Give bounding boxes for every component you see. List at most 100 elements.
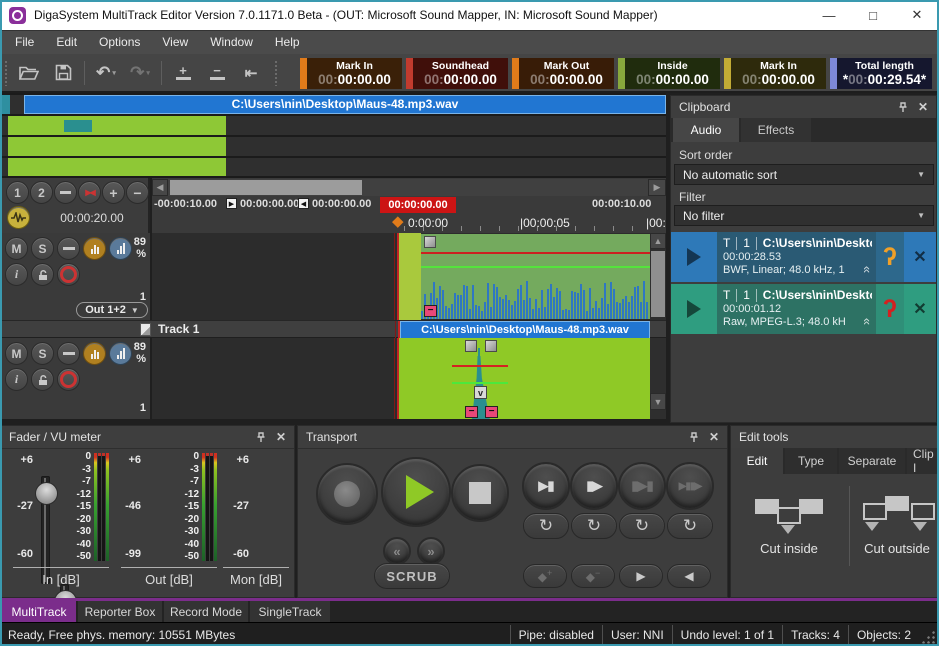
overview-object-file[interactable]: C:\Users\nin\Desktop\Maus-48.mp3.wav (24, 95, 666, 114)
menu-item-window[interactable]: Window (199, 31, 264, 54)
tab-clip-insert[interactable]: Clip & I (907, 448, 939, 474)
zoom-to-marks-button[interactable]: ▶◀ (78, 181, 101, 204)
vu-left-icon[interactable] (83, 342, 106, 365)
waveform-zoom-icon[interactable] (7, 206, 30, 229)
scrub-button[interactable]: SCRUB (374, 563, 450, 589)
fader-knob[interactable] (35, 482, 58, 505)
track2-lane[interactable]: v − − (152, 338, 650, 419)
object-handle[interactable] (465, 340, 477, 352)
object-filename-bar[interactable]: C:\Users\nin\Desktop\Maus-48.mp3.wav (400, 321, 650, 339)
minimize-track-button[interactable] (57, 237, 80, 260)
pin-icon[interactable] (898, 102, 908, 113)
solo-button[interactable]: S (31, 342, 54, 365)
loop-icon[interactable]: ↻ (571, 513, 617, 539)
open-file-icon[interactable] (12, 58, 46, 88)
record-button[interactable] (316, 463, 378, 525)
gain-line-green[interactable] (452, 382, 508, 384)
cut-inside-icon[interactable] (753, 491, 827, 535)
play-button[interactable] (671, 232, 717, 282)
zoom-preset-1-button[interactable]: 1 (6, 181, 29, 204)
record-arm-button[interactable] (57, 368, 80, 391)
cut-inside-label[interactable]: Cut inside (737, 541, 841, 556)
scroll-right-button[interactable]: ▶ (648, 179, 666, 196)
zoom-out-horizontal-icon[interactable]: − (200, 58, 234, 88)
volume-point-handle[interactable]: v (474, 386, 487, 399)
minimize-button[interactable]: — (807, 0, 851, 30)
loop-icon[interactable]: ↻ (619, 513, 665, 539)
cut-outside-label[interactable]: Cut outside (849, 541, 939, 556)
resize-grip[interactable] (921, 630, 935, 644)
snap-to-start-icon[interactable]: ⇤ (234, 58, 268, 88)
play-button[interactable] (671, 284, 717, 334)
menu-item-options[interactable]: Options (88, 31, 151, 54)
horizontal-scrollbar-thumb[interactable] (170, 180, 362, 195)
gain-line-red[interactable] (421, 252, 650, 254)
zoom-in-button[interactable]: + (102, 181, 125, 204)
info-button[interactable]: i (5, 263, 28, 286)
remove-marker-button[interactable]: ◆− (571, 564, 615, 588)
next-marker-button[interactable]: ▶ (619, 564, 663, 588)
gain-line-red[interactable] (452, 365, 508, 367)
remove-clip-icon[interactable]: ✕ (904, 284, 936, 334)
scroll-left-button[interactable]: ◀ (152, 179, 168, 196)
close-button[interactable]: ✕ (895, 0, 939, 30)
tab-edit[interactable]: Edit (731, 448, 783, 474)
play-button[interactable] (381, 457, 451, 527)
overview-track-bar[interactable] (8, 158, 226, 176)
sort-order-dropdown[interactable]: No automatic sort▼ (674, 164, 934, 185)
maximize-button[interactable]: □ (851, 0, 895, 30)
scroll-up-button[interactable]: ▲ (650, 233, 666, 249)
scroll-down-button[interactable]: ▼ (650, 393, 666, 410)
undo-icon[interactable]: ↶▾ (89, 58, 123, 88)
zoom-in-horizontal-icon[interactable]: + (166, 58, 200, 88)
track-page-icon[interactable] (140, 323, 151, 336)
record-arm-button[interactable] (57, 263, 80, 286)
output-routing-dropdown[interactable]: Out 1+2▼ (76, 302, 148, 318)
cut-outside-icon[interactable] (861, 491, 935, 535)
overview-track-bar[interactable] (8, 137, 226, 156)
remove-clip-icon[interactable]: ✕ (904, 232, 936, 282)
menu-item-view[interactable]: View (151, 31, 199, 54)
tab-singletrack[interactable]: SingleTrack (250, 601, 330, 622)
object-remove-handle[interactable]: − (485, 406, 498, 418)
audio-object[interactable]: v − − (399, 338, 650, 419)
lock-icon[interactable] (31, 263, 54, 286)
overview-track-bar[interactable] (8, 116, 226, 135)
expand-icon[interactable]: « (860, 318, 875, 323)
tab-record-mode[interactable]: Record Mode (164, 601, 248, 622)
menu-item-file[interactable]: File (4, 31, 45, 54)
zoom-fit-button[interactable] (54, 181, 77, 204)
tab-audio[interactable]: Audio (673, 118, 739, 142)
menu-item-help[interactable]: Help (264, 31, 311, 54)
zoom-out-button[interactable]: − (126, 181, 149, 204)
object-handle[interactable] (424, 236, 436, 248)
add-marker-button[interactable]: ◆+ (523, 564, 567, 588)
pin-icon[interactable] (689, 432, 699, 443)
loop-icon[interactable]: ↻ (667, 513, 713, 539)
filter-dropdown[interactable]: No filter▼ (674, 205, 934, 226)
nudge-left-button[interactable]: « (383, 537, 411, 565)
lock-icon[interactable] (31, 368, 54, 391)
info-button[interactable]: i (5, 368, 28, 391)
clipboard-item[interactable]: T1C:\Users\nin\Desktop\ 00:00:28.53 BWF,… (671, 232, 936, 282)
close-panel-icon[interactable]: ✕ (709, 430, 719, 444)
previous-marker-button[interactable]: ◀ (667, 564, 711, 588)
tab-type[interactable]: Type (785, 448, 837, 474)
stop-button[interactable] (451, 464, 509, 522)
loop-icon[interactable]: ↻ (523, 513, 569, 539)
minimize-track-button[interactable] (57, 342, 80, 365)
solo-button[interactable]: S (31, 237, 54, 260)
vertical-scrollbar-thumb[interactable] (651, 251, 665, 317)
audio-object[interactable]: − (421, 234, 650, 319)
play-around-button[interactable]: ▶▮▮▶ (666, 462, 714, 510)
listen-ear-icon[interactable]: ʔ (876, 232, 904, 282)
horizontal-scrollbar[interactable] (168, 179, 650, 196)
object-remove-handle[interactable]: − (424, 305, 437, 317)
object-handle[interactable] (485, 340, 497, 352)
tab-effects[interactable]: Effects (741, 118, 811, 142)
close-panel-icon[interactable]: ✕ (276, 430, 286, 444)
mute-button[interactable]: M (5, 237, 28, 260)
clipboard-item[interactable]: T1C:\Users\nin\Desktop\ 00:00:01.12 Raw,… (671, 284, 936, 334)
menu-item-edit[interactable]: Edit (45, 31, 88, 54)
expand-icon[interactable]: « (860, 266, 875, 271)
